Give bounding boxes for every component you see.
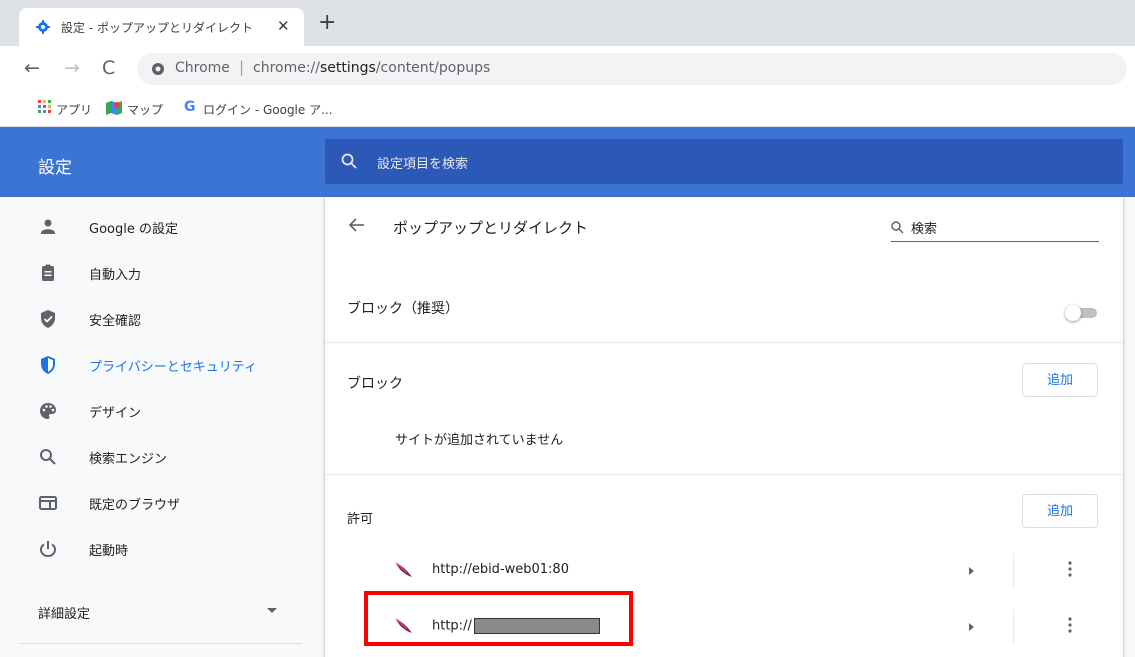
sidebar-item-safety-check[interactable]: 安全確認 <box>0 296 324 342</box>
url-scheme-label: Chrome <box>175 60 230 76</box>
allowed-site-row[interactable]: http://ebid-web01:80 <box>325 548 1123 594</box>
chevron-down-icon[interactable] <box>267 608 277 614</box>
section-divider <box>325 342 1123 343</box>
site-search-input[interactable]: 検索 <box>911 218 937 237</box>
tab-close-icon[interactable]: ✕ <box>277 17 290 35</box>
sidebar-item-privacy[interactable]: プライバシーとセキュリティ <box>0 342 324 388</box>
page-title: ポップアップとリダイレクト <box>393 219 589 237</box>
search-placeholder: 設定項目を検索 <box>377 157 469 172</box>
sidebar-item-label: 起動時 <box>89 544 129 559</box>
caret-right-icon[interactable] <box>969 567 975 575</box>
active-tab[interactable]: 設定 - ポップアップとリダイレクト ✕ <box>19 8 304 46</box>
settings-search-input[interactable]: 設定項目を検索 <box>325 139 1123 184</box>
sidebar-item-default-browser[interactable]: 既定のブラウザ <box>0 480 324 526</box>
clipboard-icon <box>42 264 54 281</box>
highlight-annotation <box>364 591 633 646</box>
shield-check-icon <box>41 310 55 328</box>
allowed-site-url: http://ebid-web01:80 <box>432 562 569 577</box>
block-empty-message: サイトが追加されていません <box>395 433 564 448</box>
site-favicon-icon <box>395 562 412 577</box>
bookmark-google-login[interactable]: ログイン - Google ア... <box>203 101 333 118</box>
more-vert-icon[interactable] <box>1067 560 1073 578</box>
url-host: settings <box>320 60 376 76</box>
maps-icon <box>106 101 122 115</box>
sidebar-item-label: 検索エンジン <box>89 452 168 467</box>
sidebar-item-search-engine[interactable]: 検索エンジン <box>0 434 324 480</box>
tab-strip: 設定 - ポップアップとリダイレクト ✕ + <box>0 0 1135 46</box>
sidebar-item-label: 既定のブラウザ <box>89 498 181 513</box>
search-icon <box>891 221 904 234</box>
back-arrow-icon[interactable]: ← <box>24 57 40 79</box>
more-vert-icon[interactable] <box>1067 616 1073 634</box>
allow-section-title: 許可 <box>347 512 374 527</box>
block-toggle-label: ブロック（推奨） <box>347 301 459 317</box>
sidebar-item-label: 自動入力 <box>89 268 142 283</box>
toolbar: ← → C Chrome | chrome://settings/content… <box>0 46 1135 92</box>
settings-header: 設定 設定項目を検索 <box>0 127 1135 197</box>
person-icon <box>41 219 55 234</box>
sidebar-item-label: Google の設定 <box>89 222 178 237</box>
search-icon <box>341 153 357 169</box>
sidebar-item-autofill[interactable]: 自動入力 <box>0 250 324 296</box>
bookmark-maps[interactable]: マップ <box>127 101 163 118</box>
url-prefix: chrome:// <box>253 60 320 76</box>
bookmarks-bar: アプリ マップ G ログイン - Google ア... <box>0 92 1135 127</box>
url-path: /content/popups <box>375 60 491 76</box>
caret-right-icon[interactable] <box>969 623 975 631</box>
row-separator <box>1013 554 1014 588</box>
bookmark-apps[interactable]: アプリ <box>56 101 92 118</box>
block-toggle[interactable] <box>1065 305 1099 321</box>
google-g-icon: G <box>184 99 196 115</box>
apps-grid-icon <box>38 100 51 113</box>
reload-icon[interactable]: C <box>102 57 115 79</box>
address-bar[interactable]: Chrome | chrome://settings/content/popup… <box>137 53 1127 85</box>
forward-arrow-icon[interactable]: → <box>64 57 80 79</box>
toggle-knob <box>1065 305 1081 321</box>
search-icon <box>40 449 56 465</box>
back-arrow-icon[interactable] <box>347 215 367 235</box>
sidebar-item-label: デザイン <box>89 406 142 421</box>
block-section-title: ブロック <box>347 376 403 392</box>
sidebar-item-appearance[interactable]: デザイン <box>0 388 324 434</box>
sidebar-advanced[interactable]: 詳細設定 <box>38 603 90 622</box>
block-add-button[interactable]: 追加 <box>1022 363 1098 397</box>
chrome-logo-icon <box>152 63 164 75</box>
url-separator: | <box>239 58 245 76</box>
power-icon <box>39 541 57 558</box>
allow-add-button[interactable]: 追加 <box>1022 494 1098 528</box>
row-separator <box>1013 610 1014 644</box>
sidebar-item-label: 安全確認 <box>89 314 142 329</box>
sidebar-item-google[interactable]: Google の設定 <box>0 204 324 250</box>
tab-title: 設定 - ポップアップとリダイレクト <box>61 21 253 35</box>
sidebar-divider <box>20 643 302 644</box>
palette-icon <box>40 403 56 419</box>
popups-settings-card: ポップアップとリダイレクト 検索 ブロック（推奨） ブロック 追加 サイトが追加… <box>325 197 1123 657</box>
browser-window-icon <box>39 496 57 510</box>
new-tab-button[interactable]: + <box>318 12 336 34</box>
shield-icon <box>41 356 55 374</box>
sidebar: Google の設定 自動入力 安全確認 プライバシーとセキュリティ デザイン <box>0 197 324 657</box>
sidebar-item-on-startup[interactable]: 起動時 <box>0 526 324 572</box>
settings-title: 設定 <box>38 158 72 178</box>
section-divider <box>325 474 1123 475</box>
url-text: chrome://settings/content/popups <box>253 60 490 76</box>
site-search-underline <box>891 241 1099 242</box>
settings-gear-icon <box>36 20 50 34</box>
sidebar-item-label: プライバシーとセキュリティ <box>89 360 257 375</box>
